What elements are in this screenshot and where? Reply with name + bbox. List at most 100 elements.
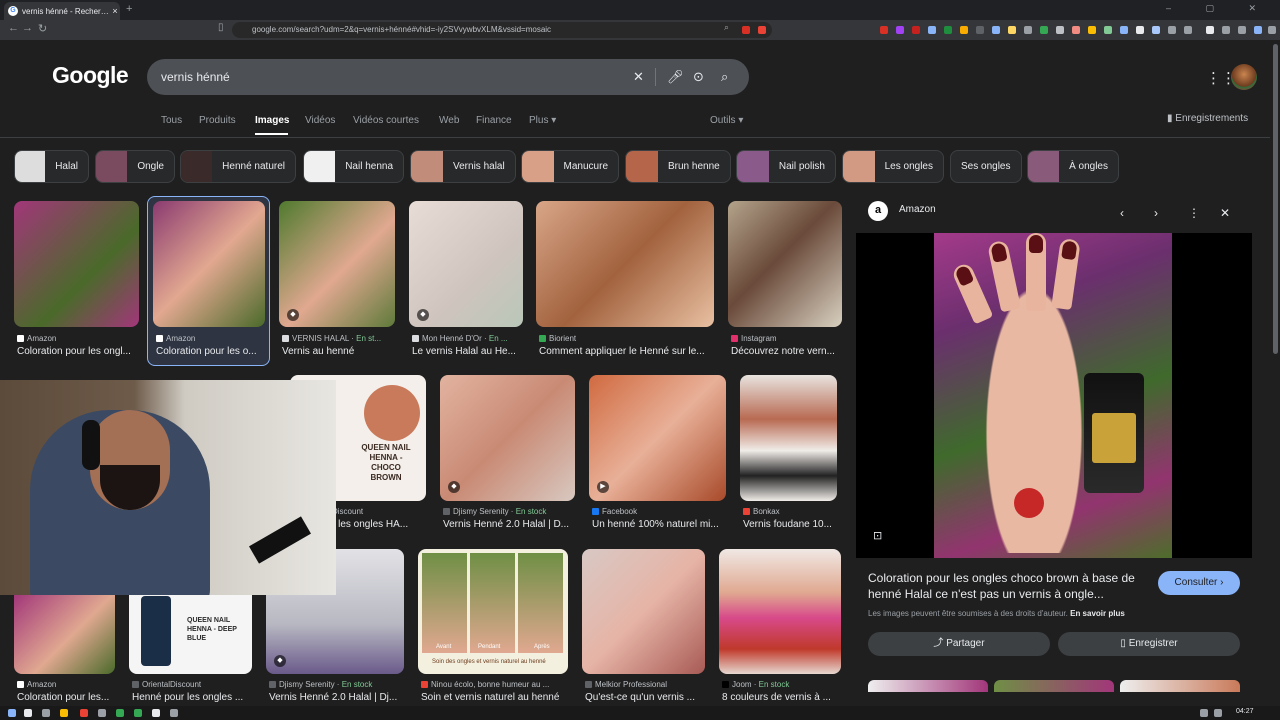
result-caption[interactable]: Henné pour les ongles ... [132, 692, 252, 703]
related-thumbnail[interactable] [994, 680, 1114, 692]
tab-finance[interactable]: Finance [476, 115, 512, 126]
result-caption[interactable]: Découvrez notre vern... [731, 346, 843, 357]
share-button[interactable]: ⤴ Partager [868, 632, 1050, 656]
chip-nail-henna[interactable]: Nail henna [303, 150, 404, 183]
tab-produits[interactable]: Produits [199, 115, 236, 126]
extension-icon[interactable] [1120, 26, 1128, 34]
result-caption[interactable]: Coloration pour les ongl... [17, 346, 139, 357]
result-source[interactable]: Amazon [17, 334, 139, 343]
extension-icon[interactable] [1072, 26, 1080, 34]
consult-button[interactable]: Consulter › [1158, 571, 1240, 595]
result-source[interactable]: Biorient [539, 334, 715, 343]
menu-icon[interactable] [1268, 26, 1276, 34]
next-icon[interactable]: › [1154, 206, 1158, 220]
learn-more-link[interactable]: En savoir plus [1070, 609, 1125, 618]
chip-les-ongles[interactable]: Les ongles [842, 150, 944, 183]
close-icon[interactable]: ✕ [1220, 206, 1230, 220]
chip-ses-ongles[interactable]: Ses ongles [950, 150, 1022, 183]
result-thumbnail[interactable] [728, 201, 842, 327]
tab-close-icon[interactable]: × [110, 6, 120, 16]
result-thumbnail[interactable]: Avant Pendant Après Soin des ongles et v… [418, 549, 568, 674]
extension-icon[interactable] [1008, 26, 1016, 34]
result-caption[interactable]: Comment appliquer le Henné sur le... [539, 346, 713, 357]
result-caption[interactable]: Soin et vernis naturel au henné [421, 692, 569, 703]
related-thumbnail[interactable] [868, 680, 988, 692]
extension-icon[interactable] [1136, 26, 1144, 34]
app-icon[interactable] [134, 709, 142, 717]
result-thumbnail[interactable] [719, 549, 841, 674]
chip-vernis-halal[interactable]: Vernis halal [410, 150, 516, 183]
result-source[interactable]: Facebook [592, 507, 726, 516]
tab-videos[interactable]: Vidéos [305, 115, 335, 126]
clear-icon[interactable]: ✕ [633, 69, 644, 85]
tab-videos-courtes[interactable]: Vidéos courtes [353, 115, 419, 126]
network-icon[interactable] [1200, 709, 1208, 717]
extension-icon[interactable] [928, 26, 936, 34]
chip-nail-polish[interactable]: Nail polish [736, 150, 836, 183]
result-source[interactable]: VERNIS HALAL · En st... [282, 334, 396, 343]
zoom-icon[interactable]: ⌕ [724, 22, 729, 33]
shield-icon[interactable] [1254, 26, 1262, 34]
extension-icon[interactable] [1168, 26, 1176, 34]
extension-icon[interactable] [880, 26, 888, 34]
chip-henne-naturel[interactable]: Henné naturel [180, 150, 296, 183]
extension-icon[interactable] [944, 26, 952, 34]
tab-images[interactable]: Images [255, 115, 289, 126]
result-thumbnail[interactable] [582, 549, 705, 674]
preview-image[interactable] [934, 233, 1172, 558]
search-icon[interactable]: ⌕ [721, 69, 728, 85]
chip-ongle[interactable]: Ongle [95, 150, 175, 183]
extension-icon[interactable] [1184, 26, 1192, 34]
result-thumbnail[interactable] [279, 201, 395, 327]
result-thumbnail[interactable] [440, 375, 575, 501]
profile-icon[interactable] [1222, 26, 1230, 34]
extension-icon[interactable] [1104, 26, 1112, 34]
result-thumbnail[interactable] [153, 201, 265, 327]
panel-header[interactable]: a Amazon [868, 201, 936, 221]
result-thumbnail[interactable] [14, 201, 139, 327]
previous-icon[interactable]: ‹ [1120, 206, 1124, 220]
extension-icon[interactable] [960, 26, 968, 34]
extension-icon[interactable] [1040, 26, 1048, 34]
app-icon[interactable] [98, 709, 106, 717]
lens-icon[interactable]: ⊡ [873, 529, 882, 542]
extension-icon[interactable] [992, 26, 1000, 34]
chip-a-ongles[interactable]: À ongles [1027, 150, 1119, 183]
result-caption[interactable]: Vernis Henné 2.0 Halal | D... [443, 519, 575, 530]
app-icon[interactable] [170, 709, 178, 717]
file-explorer-icon[interactable] [60, 709, 68, 717]
scrollbar-thumb[interactable] [1273, 44, 1278, 354]
result-caption[interactable]: r les ongles HA... [332, 519, 426, 530]
result-thumbnail[interactable]: QUEEN NAIL HENNA - DEEP BLUE [129, 594, 252, 674]
related-thumbnail[interactable] [1120, 680, 1240, 692]
browser-tab[interactable]: G vernis hénné - Recherche Googl × [4, 2, 120, 20]
search-icon[interactable] [24, 709, 32, 717]
chip-brun-henne[interactable]: Brun henne [625, 150, 731, 183]
extension-icon[interactable] [758, 26, 766, 34]
extension-icon[interactable] [912, 26, 920, 34]
saved-button[interactable]: ▮ Enregistrements [1167, 113, 1248, 124]
tools-button[interactable]: Outils ▾ [710, 115, 743, 126]
result-source[interactable]: Djismy Serenity · En stock [269, 680, 405, 689]
extension-icon[interactable] [1024, 26, 1032, 34]
download-icon[interactable] [1238, 26, 1246, 34]
tab-tous[interactable]: Tous [161, 115, 182, 126]
clock[interactable]: 04:27 [1236, 708, 1254, 715]
search-input[interactable]: vernis hénné [161, 70, 230, 84]
extension-icon[interactable] [976, 26, 984, 34]
extension-icon[interactable] [1152, 26, 1160, 34]
result-caption[interactable]: Vernis Henné 2.0 Halal | Dj... [269, 692, 405, 703]
result-source[interactable]: Bonkax [743, 507, 838, 516]
preview-title[interactable]: Coloration pour les ongles choco brown à… [868, 570, 1148, 602]
app-icon[interactable] [80, 709, 88, 717]
result-source[interactable]: Mon Henné D'Or · En ... [412, 334, 524, 343]
result-caption[interactable]: Le vernis Halal au He... [412, 346, 524, 357]
result-thumbnail[interactable] [14, 594, 115, 674]
result-source[interactable]: Discount [332, 507, 426, 516]
back-icon[interactable]: ← [8, 22, 19, 34]
save-button[interactable]: ▯ Enregistrer [1058, 632, 1240, 656]
result-thumbnail[interactable] [409, 201, 523, 327]
result-caption[interactable]: Coloration pour les o... [156, 346, 264, 357]
window-controls[interactable]: – ▢ ✕ [1166, 3, 1272, 14]
result-caption[interactable]: Qu'est-ce qu'un vernis ... [585, 692, 705, 703]
